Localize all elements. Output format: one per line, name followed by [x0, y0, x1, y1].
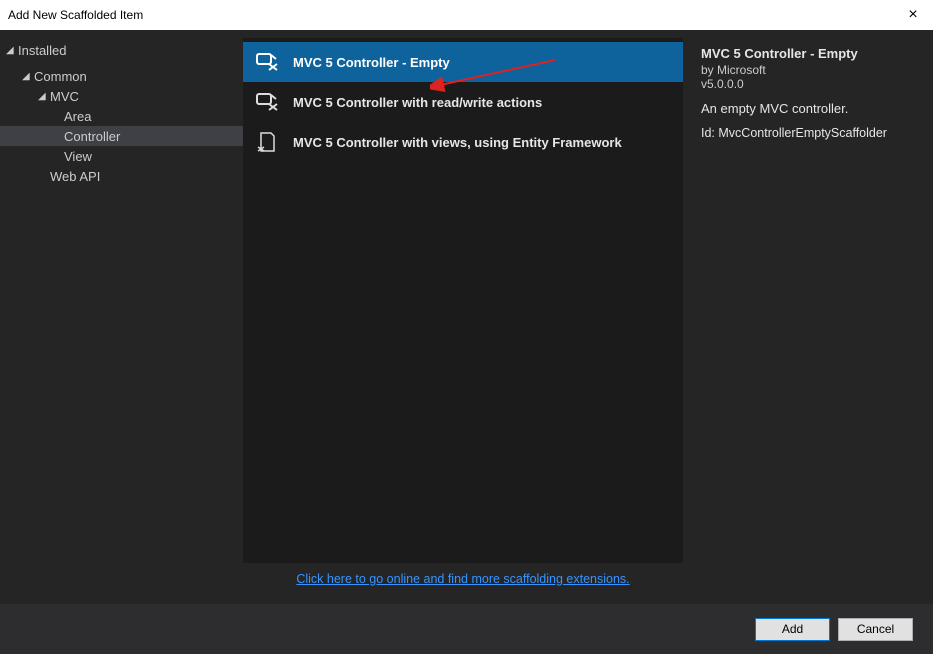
list-item-label: MVC 5 Controller with read/write actions	[293, 95, 542, 110]
details-id: Id: MvcControllerEmptyScaffolder	[701, 126, 919, 140]
list-item-mvc5-readwrite[interactable]: MVC 5 Controller with read/write actions	[243, 82, 683, 122]
tree-label: Common	[34, 69, 87, 84]
tree-label: Web API	[50, 169, 100, 184]
tree-node-view[interactable]: View	[0, 146, 243, 166]
list-item-label: MVC 5 Controller with views, using Entit…	[293, 135, 622, 150]
footer: Add Cancel	[0, 604, 933, 654]
details-description: An empty MVC controller.	[701, 101, 919, 116]
tree-label: Installed	[18, 43, 66, 58]
tree-node-mvc[interactable]: ◢ MVC	[0, 86, 243, 106]
close-icon[interactable]: ×	[893, 0, 933, 30]
tree-node-area[interactable]: Area	[0, 106, 243, 126]
sidebar: ◢ Installed ◢ Common ◢ MVC Area Controll…	[0, 30, 243, 604]
chevron-down-icon: ◢	[6, 45, 18, 56]
tree-node-installed[interactable]: ◢ Installed	[0, 40, 243, 60]
controller-views-icon	[253, 128, 281, 156]
controller-icon	[253, 88, 281, 116]
titlebar: Add New Scaffolded Item ×	[0, 0, 933, 30]
tree-node-webapi[interactable]: Web API	[0, 166, 243, 186]
list-item-mvc5-views-ef[interactable]: MVC 5 Controller with views, using Entit…	[243, 122, 683, 162]
cancel-button[interactable]: Cancel	[838, 618, 913, 641]
details-pane: MVC 5 Controller - Empty by Microsoft v5…	[683, 30, 933, 604]
online-extensions-link[interactable]: Click here to go online and find more sc…	[296, 572, 629, 586]
chevron-down-icon: ◢	[22, 71, 34, 82]
details-id-label: Id:	[701, 126, 715, 140]
list-item-mvc5-empty[interactable]: MVC 5 Controller - Empty	[243, 42, 683, 82]
details-id-value: MvcControllerEmptyScaffolder	[718, 126, 887, 140]
details-title: MVC 5 Controller - Empty	[701, 46, 919, 61]
details-author: by Microsoft	[701, 63, 919, 77]
list-item-label: MVC 5 Controller - Empty	[293, 55, 450, 70]
window-title: Add New Scaffolded Item	[8, 8, 143, 22]
tree-label: Controller	[64, 129, 120, 144]
tree-label: MVC	[50, 89, 79, 104]
scaffold-list-panel: MVC 5 Controller - Empty MVC 5 Controlle…	[243, 30, 683, 604]
tree-node-controller[interactable]: Controller	[0, 126, 243, 146]
details-version: v5.0.0.0	[701, 77, 919, 91]
tree-node-common[interactable]: ◢ Common	[0, 66, 243, 86]
scaffold-list: MVC 5 Controller - Empty MVC 5 Controlle…	[243, 38, 683, 563]
tree-label: Area	[64, 109, 91, 124]
controller-icon	[253, 48, 281, 76]
chevron-down-icon: ◢	[38, 91, 50, 102]
tree-label: View	[64, 149, 92, 164]
add-button[interactable]: Add	[755, 618, 830, 641]
online-link-row: Click here to go online and find more sc…	[243, 563, 683, 604]
